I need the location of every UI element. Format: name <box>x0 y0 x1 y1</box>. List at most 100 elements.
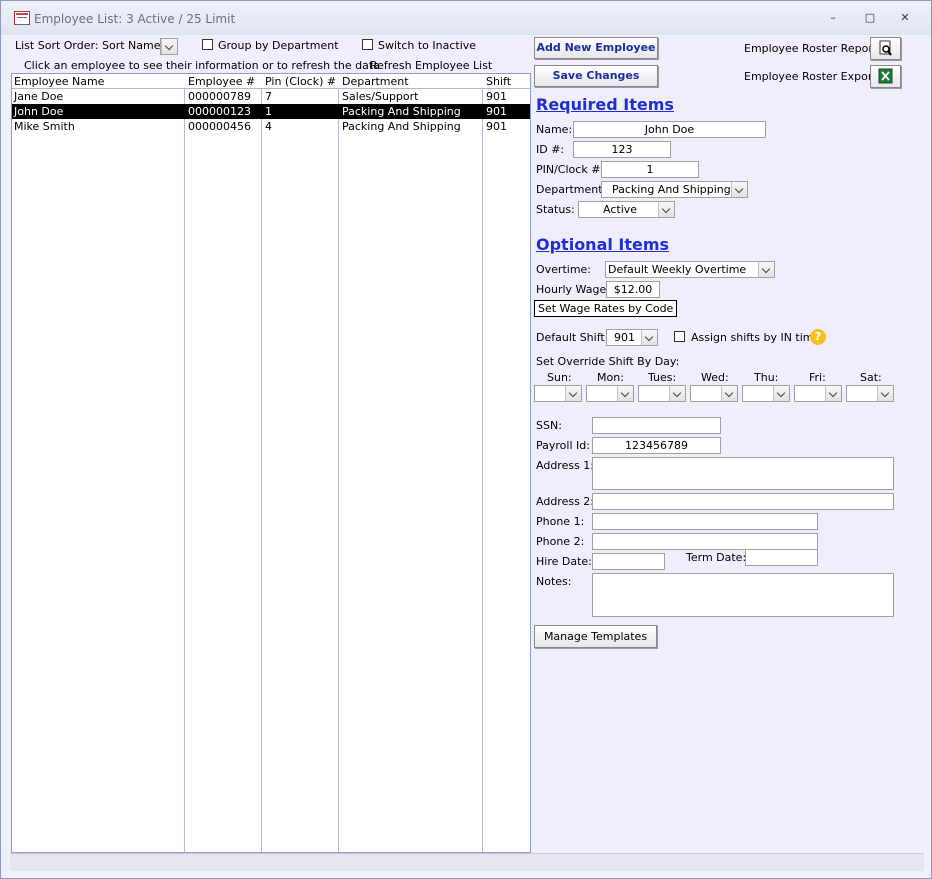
status-select[interactable]: Active <box>578 201 675 218</box>
default-shift-value: 901 <box>614 331 635 344</box>
chevron-down-icon <box>877 386 893 401</box>
table-row[interactable]: Jane Doe 000000789 7 Sales/Support 901 <box>12 89 530 104</box>
override-sat-select[interactable] <box>846 385 894 402</box>
overtime-label: Overtime: <box>536 263 592 276</box>
status-value: Active <box>603 203 638 216</box>
table-row-selected[interactable]: John Doe 000000123 1 Packing And Shippin… <box>12 104 530 119</box>
name-field[interactable]: John Doe <box>573 121 766 138</box>
name-label: Name: <box>536 123 573 136</box>
phone2-field[interactable] <box>592 533 818 550</box>
chevron-down-icon <box>721 386 737 401</box>
table-row[interactable]: Mike Smith 000000456 4 Packing And Shipp… <box>12 119 530 134</box>
override-mon-select[interactable] <box>586 385 634 402</box>
cell-dept: Packing And Shipping <box>342 105 461 118</box>
cell-pin: 4 <box>265 120 272 133</box>
cell-number: 000000123 <box>188 105 251 118</box>
cell-shift: 901 <box>486 90 507 103</box>
list-hint: Click an employee to see their informati… <box>24 59 380 72</box>
form-body: List Sort Order: Sort Name Group by Depa… <box>10 35 924 871</box>
wage-field[interactable]: $12.00 <box>606 281 660 298</box>
optional-heading: Optional Items <box>536 235 670 254</box>
col-pin[interactable]: Pin (Clock) # <box>265 75 336 88</box>
refresh-list-link[interactable]: Refresh Employee List <box>370 59 492 72</box>
cell-name: John Doe <box>14 105 64 118</box>
excel-icon <box>878 68 893 84</box>
wage-codes-button[interactable]: Set Wage Rates by Code <box>534 300 678 317</box>
chevron-down-icon <box>617 386 633 401</box>
override-wed-select[interactable] <box>690 385 738 402</box>
switch-inactive-checkbox[interactable] <box>362 39 373 50</box>
id-label: ID #: <box>536 143 565 156</box>
wage-label: Hourly Wage: <box>536 283 610 296</box>
id-field[interactable]: 123 <box>573 141 671 158</box>
cell-number: 000000789 <box>188 90 251 103</box>
pin-label: PIN/Clock #: <box>536 163 605 176</box>
override-label: Set Override Shift By Day: <box>536 355 680 368</box>
ssn-label: SSN: <box>536 419 562 432</box>
minimize-button[interactable]: – <box>823 10 843 26</box>
assign-in-time-label: Assign shifts by IN time <box>691 331 821 344</box>
term-date-field[interactable] <box>745 549 818 566</box>
overtime-select[interactable]: Default Weekly Overtime <box>605 261 775 278</box>
day-label-wed: Wed: <box>701 371 729 384</box>
status-bar <box>10 853 924 871</box>
hire-date-label: Hire Date: <box>536 555 592 568</box>
override-thu-select[interactable] <box>742 385 790 402</box>
default-shift-select[interactable]: 901 <box>606 329 658 346</box>
phone1-label: Phone 1: <box>536 515 585 528</box>
add-employee-button[interactable]: Add New Employee <box>534 37 658 59</box>
chevron-down-icon <box>565 386 581 401</box>
day-label-tues: Tues: <box>648 371 677 384</box>
sort-dropdown[interactable] <box>160 38 178 55</box>
list-header: Employee Name Employee # Pin (Clock) # D… <box>12 74 530 89</box>
payroll-field[interactable]: 123456789 <box>592 437 721 454</box>
assign-in-time-checkbox[interactable] <box>674 331 685 342</box>
col-employee-number[interactable]: Employee # <box>188 75 255 88</box>
close-button[interactable]: ✕ <box>895 10 915 26</box>
override-tues-select[interactable] <box>638 385 686 402</box>
magnifier-page-icon <box>879 40 892 56</box>
department-select[interactable]: Packing And Shipping <box>601 181 748 198</box>
status-label: Status: <box>536 203 575 216</box>
roster-report-button[interactable] <box>870 37 901 60</box>
default-shift-label: Default Shift: <box>536 331 609 344</box>
chevron-down-icon <box>758 262 774 277</box>
col-employee-name[interactable]: Employee Name <box>14 75 104 88</box>
term-date-label: Term Date: <box>686 551 747 564</box>
question-icon[interactable]: ? <box>810 329 826 345</box>
ssn-field[interactable] <box>592 417 721 434</box>
address2-label: Address 2: <box>536 495 595 508</box>
department-value: Packing And Shipping <box>612 183 731 196</box>
override-sun-select[interactable] <box>534 385 582 402</box>
notes-field[interactable] <box>592 573 894 617</box>
day-label-thu: Thu: <box>754 371 779 384</box>
payroll-label: Payroll Id: <box>536 439 590 452</box>
switch-inactive-label: Switch to Inactive <box>378 39 477 52</box>
notes-label: Notes: <box>536 575 572 588</box>
phone1-field[interactable] <box>592 513 818 530</box>
title-bar: Employee List: 3 Active / 25 Limit – □ ✕ <box>1 1 931 35</box>
roster-report-label: Employee Roster Report <box>744 42 878 55</box>
hire-date-field[interactable] <box>592 553 665 570</box>
save-changes-button[interactable]: Save Changes <box>534 65 658 87</box>
department-label: Department: <box>536 183 607 196</box>
cell-dept: Packing And Shipping <box>342 120 461 133</box>
address1-field[interactable] <box>592 457 894 490</box>
group-by-dept-checkbox[interactable] <box>202 39 213 50</box>
sort-label: List Sort Order: <box>15 39 99 52</box>
column-divider <box>184 74 185 852</box>
pin-field[interactable]: 1 <box>601 161 699 178</box>
app-window: Employee List: 3 Active / 25 Limit – □ ✕… <box>0 0 932 879</box>
roster-export-button[interactable] <box>870 65 901 88</box>
chevron-down-icon <box>773 386 789 401</box>
col-department[interactable]: Department <box>342 75 409 88</box>
sort-value[interactable]: Sort Name <box>102 39 161 52</box>
address2-field[interactable] <box>592 493 894 510</box>
employee-list[interactable]: Employee Name Employee # Pin (Clock) # D… <box>11 73 531 853</box>
form-icon <box>14 11 30 25</box>
override-fri-select[interactable] <box>794 385 842 402</box>
col-shift[interactable]: Shift <box>486 75 511 88</box>
required-heading: Required Items <box>536 95 674 114</box>
maximize-button[interactable]: □ <box>860 10 880 26</box>
manage-templates-button[interactable]: Manage Templates <box>534 625 657 648</box>
